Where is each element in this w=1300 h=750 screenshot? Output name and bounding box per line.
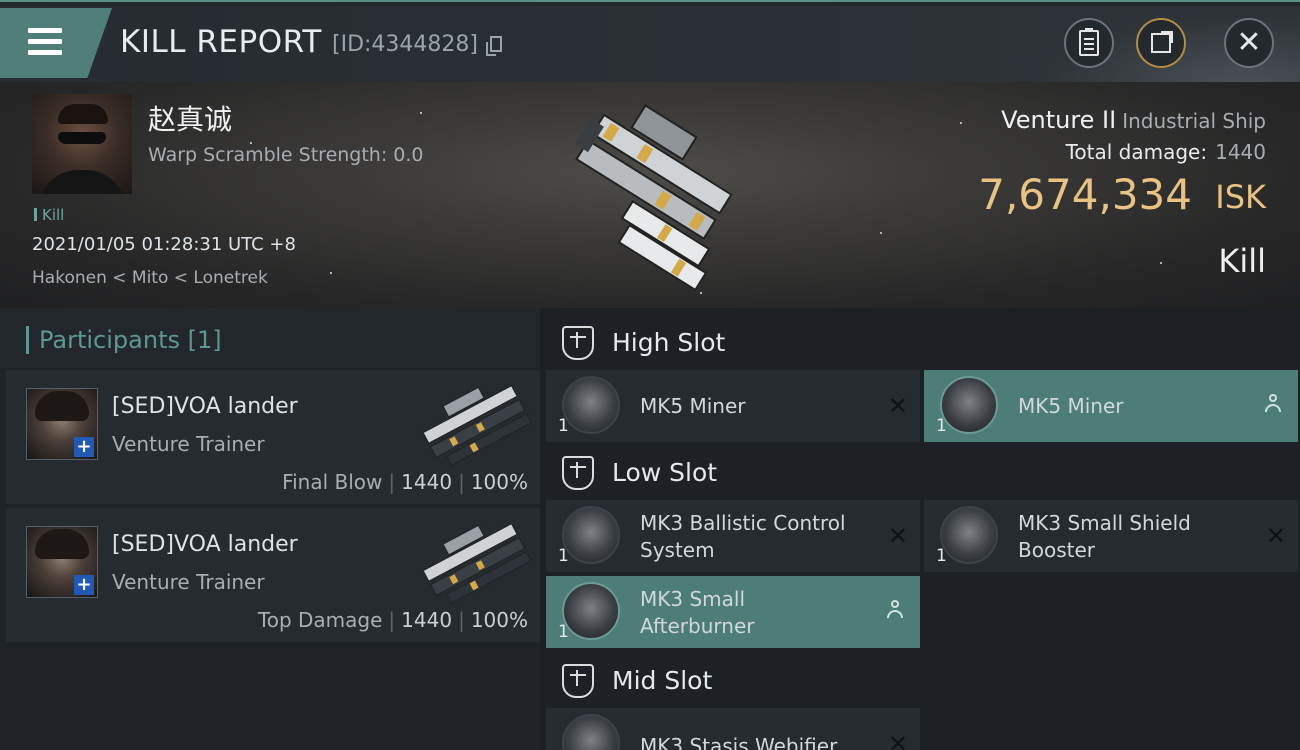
header-bar: KILL REPORT [ID:4344828] ✕ [0, 6, 1300, 82]
module-name: MK3 Small Afterburner [640, 586, 754, 640]
module-item[interactable]: 1 MK3 Small Afterburner [546, 576, 920, 648]
x-icon: ✕ [887, 392, 908, 420]
total-damage-value: 1440 [1215, 140, 1266, 164]
victim-portrait[interactable] [32, 94, 132, 194]
x-icon: ✕ [1265, 522, 1286, 550]
module-quantity: 1 [936, 416, 947, 436]
participant-label: Top Damage [257, 608, 383, 632]
clipboard-icon [1079, 28, 1099, 56]
report-id: [ID:4344828] [332, 32, 478, 57]
stasis-webifier-icon [562, 714, 620, 750]
shield-booster-icon [940, 506, 998, 564]
share-button[interactable] [1136, 18, 1186, 68]
copy-icon[interactable] [486, 36, 502, 56]
clipboard-button[interactable] [1064, 18, 1114, 68]
participant-card[interactable]: + [SED]VOA lander Venture Trainer Final … [6, 370, 540, 504]
x-icon: ✕ [887, 522, 908, 550]
participants-title: Participants [1] [26, 326, 222, 354]
ship-class: Industrial Ship [1122, 109, 1266, 133]
kill-tag: Kill [34, 206, 64, 224]
miner-icon [562, 376, 620, 434]
victim-ship[interactable]: Venture II Industrial Ship [1001, 106, 1266, 134]
slot-icon [562, 456, 594, 490]
module-quantity: 1 [936, 546, 947, 566]
ship-name: Venture II [1001, 106, 1117, 134]
ballistic-control-icon [562, 506, 620, 564]
mid-slot-header: Mid Slot [546, 650, 1300, 710]
afterburner-icon [562, 582, 620, 640]
module-name: MK5 Miner [640, 394, 746, 418]
kill-location[interactable]: Hakonen < Mito < Lonetrek [32, 268, 268, 288]
mid-slot-label: Mid Slot [612, 666, 713, 695]
slot-icon [562, 326, 594, 360]
low-slot-header: Low Slot [546, 442, 1300, 502]
module-name-line1: MK3 Small Shield [1018, 511, 1191, 535]
participant-ship: Venture Trainer [112, 432, 265, 456]
module-item[interactable]: MK3 Stasis Webifier ✕ [546, 708, 920, 750]
miner-icon [940, 376, 998, 434]
close-icon: ✕ [1236, 25, 1262, 60]
participant-stats: Top Damage | 1440 | 100% [257, 608, 528, 632]
module-name-line2: System [640, 538, 715, 562]
ship-render-image [574, 104, 733, 292]
kill-summary-panel: 赵真诚 Warp Scramble Strength: 0.0 Kill 202… [0, 82, 1300, 308]
module-quantity: 1 [558, 622, 569, 642]
plus-icon[interactable]: + [74, 437, 94, 457]
total-damage: Total damage: 1440 [1066, 140, 1266, 164]
module-quantity: 1 [558, 546, 569, 566]
isk-value: 7,674,334 [978, 170, 1192, 219]
menu-button[interactable] [0, 8, 112, 78]
participants-panel: Participants [1] + [SED]VOA lander Ventu… [0, 308, 540, 750]
participant-ship-image [422, 385, 532, 466]
kill-type-label: Kill [1218, 242, 1266, 280]
kill-datetime: 2021/01/05 01:28:31 UTC +8 [32, 234, 296, 255]
participant-damage: 1440 [401, 608, 453, 632]
module-name-line1: MK3 Small [640, 587, 745, 611]
module-name-line2: Afterburner [640, 614, 755, 638]
module-item[interactable]: 1 MK3 Small Shield Booster ✕ [924, 500, 1298, 572]
participant-ship: Venture Trainer [112, 570, 265, 594]
high-slot-label: High Slot [612, 328, 726, 357]
module-item[interactable]: 1 MK5 Miner [924, 370, 1298, 442]
module-name-line2: Booster [1018, 538, 1095, 562]
page-title: KILL REPORT [120, 24, 322, 60]
module-name: MK3 Ballistic Control System [640, 510, 846, 564]
module-item[interactable]: 1 MK3 Ballistic Control System ✕ [546, 500, 920, 572]
module-name: MK3 Small Shield Booster [1018, 510, 1191, 564]
participant-percent: 100% [470, 608, 528, 632]
participant-percent: 100% [470, 470, 528, 494]
participant-label: Final Blow [282, 470, 383, 494]
warp-scramble-strength: Warp Scramble Strength: 0.0 [148, 144, 424, 166]
participant-name: [SED]VOA lander [112, 532, 298, 557]
module-name-line1: MK3 Ballistic Control [640, 511, 846, 535]
module-name: MK3 Stasis Webifier [640, 734, 838, 750]
victim-name[interactable]: 赵真诚 [148, 98, 232, 138]
participant-damage: 1440 [401, 470, 453, 494]
participant-stats: Final Blow | 1440 | 100% [282, 470, 528, 494]
participant-ship-image [422, 523, 532, 604]
total-damage-label: Total damage: [1065, 140, 1208, 164]
x-icon: ✕ [887, 730, 908, 750]
share-icon [1151, 31, 1173, 53]
participants-header: Participants [1] [0, 308, 540, 368]
module-name: MK5 Miner [1018, 394, 1124, 418]
person-icon [886, 600, 904, 620]
plus-icon[interactable]: + [74, 575, 94, 595]
low-slot-label: Low Slot [612, 458, 718, 487]
slot-icon [562, 664, 594, 698]
high-slot-header: High Slot [546, 312, 1300, 372]
person-icon [1264, 394, 1282, 414]
participant-name: [SED]VOA lander [112, 394, 298, 419]
isk-unit: ISK [1215, 178, 1266, 216]
close-button[interactable]: ✕ [1224, 18, 1274, 68]
fitting-panel: High Slot 1 MK5 Miner ✕ 1 MK5 Miner Low … [540, 308, 1300, 750]
participant-card[interactable]: + [SED]VOA lander Venture Trainer Top Da… [6, 508, 540, 642]
module-item[interactable]: 1 MK5 Miner ✕ [546, 370, 920, 442]
module-quantity: 1 [558, 416, 569, 436]
